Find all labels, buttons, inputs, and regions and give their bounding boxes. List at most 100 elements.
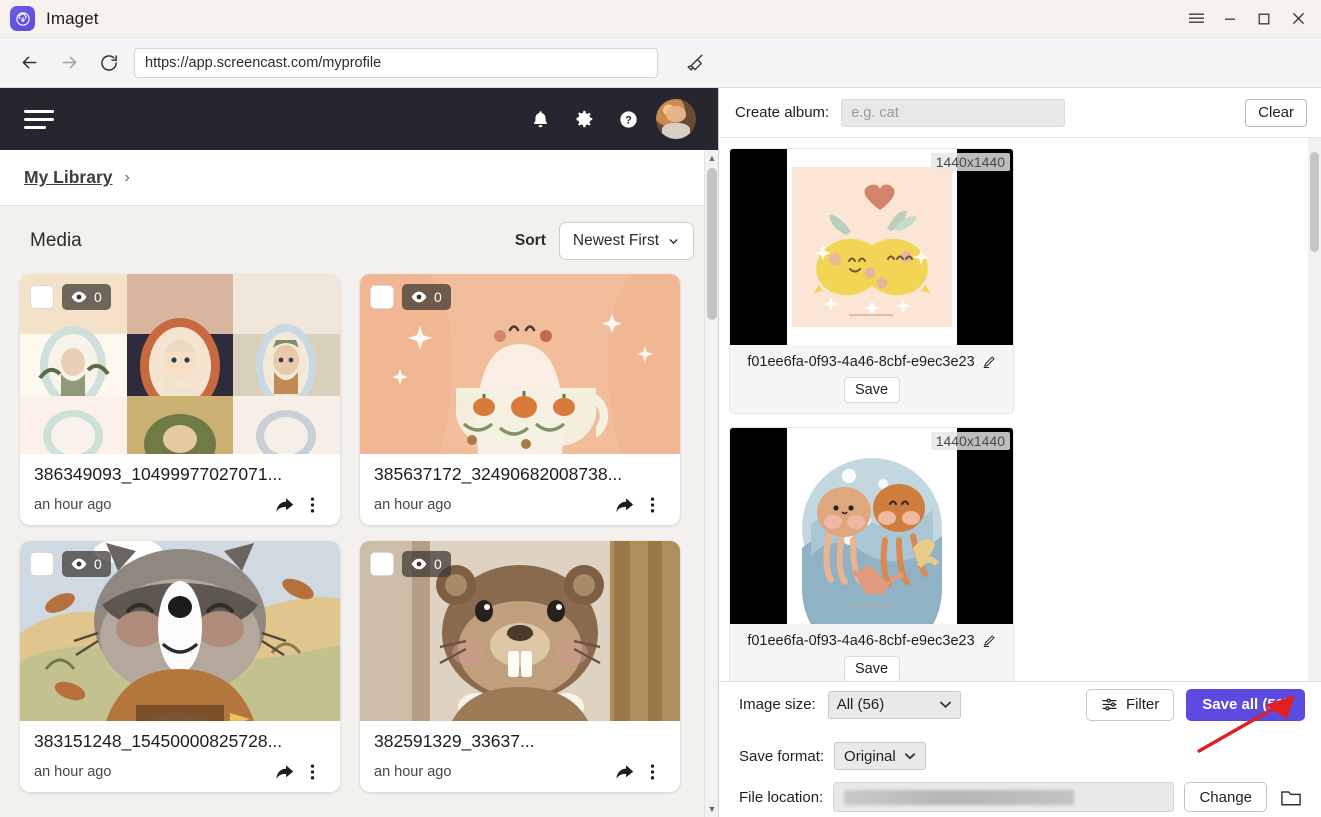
page-scrollbar[interactable]: ▲ ▼	[704, 150, 718, 817]
browser-toolbar: https://app.screencast.com/myprofile	[0, 38, 1321, 88]
folder-icon[interactable]	[1277, 783, 1305, 811]
eye-icon	[71, 558, 87, 570]
save-all-button[interactable]: Save all (56)	[1186, 688, 1305, 721]
create-album-input[interactable]: e.g. cat	[841, 98, 1065, 127]
result-filename: f01ee6fa-0f93-4a46-8cbf-e9ec3e23	[747, 354, 975, 370]
result-thumbnail[interactable]: 1440x1440	[730, 149, 1013, 345]
hamburger-menu-icon[interactable]	[1179, 4, 1213, 34]
media-card-meta: 382591329_33637... an hour ago	[360, 721, 680, 792]
image-size-bar: Image size: All (56) Filter Save all (56…	[719, 681, 1321, 727]
more-vertical-icon[interactable]	[638, 760, 666, 784]
clear-button[interactable]: Clear	[1245, 98, 1308, 127]
media-card-meta: 386349093_10499977027071... an hour ago	[20, 454, 340, 525]
create-album-placeholder: e.g. cat	[851, 104, 899, 121]
image-size-select[interactable]: All (56)	[827, 690, 961, 719]
close-icon[interactable]	[1281, 4, 1315, 34]
eye-icon	[411, 558, 427, 570]
arrow-left-icon[interactable]	[14, 48, 44, 78]
share-icon[interactable]	[610, 493, 638, 517]
media-card-title: 385637172_32490682008738...	[374, 464, 623, 484]
chevron-right-icon: ›	[124, 168, 130, 186]
redacted-path	[844, 790, 1075, 805]
select-checkbox[interactable]	[30, 552, 54, 576]
filter-button[interactable]: Filter	[1085, 688, 1175, 721]
share-icon[interactable]	[270, 493, 298, 517]
title-bar: Imaget	[0, 0, 1321, 38]
media-thumbnail[interactable]: 0	[20, 541, 340, 721]
scroll-down-arrow-icon[interactable]: ▼	[705, 801, 718, 817]
more-vertical-icon[interactable]	[298, 493, 326, 517]
results-area: 1440x1440 f01ee6fa-0f93-4a46-8cbf-e9ec3e…	[719, 138, 1321, 681]
svg-text:?: ?	[625, 114, 632, 126]
sort-select[interactable]: Newest First	[558, 222, 694, 260]
result-card[interactable]: 1440x1440 f01ee6fa-0f93-4a46-8cbf-e9ec3e…	[729, 148, 1014, 414]
image-size-label: Image size:	[739, 696, 816, 713]
views-count: 0	[94, 556, 102, 572]
scroll-up-arrow-icon[interactable]: ▲	[705, 150, 718, 166]
media-thumbnail[interactable]: 0	[360, 274, 680, 454]
save-format-select[interactable]: Original	[834, 742, 926, 770]
select-checkbox[interactable]	[30, 285, 54, 309]
select-checkbox[interactable]	[370, 552, 394, 576]
media-card[interactable]: 0 382591329_33637... an hour ago	[360, 541, 680, 792]
filter-label: Filter	[1125, 696, 1160, 713]
views-count: 0	[434, 556, 442, 572]
result-name-row: f01ee6fa-0f93-4a46-8cbf-e9ec3e23	[730, 624, 1013, 654]
select-checkbox[interactable]	[370, 285, 394, 309]
body-split: ? My Library › Media Sort Newest First 0…	[0, 88, 1321, 817]
save-format-row: Save format: Original	[719, 735, 1321, 777]
file-location-label: File location:	[739, 788, 824, 806]
bell-icon[interactable]	[518, 97, 562, 141]
save-button[interactable]: Save	[843, 377, 900, 403]
imaget-app-window: Imaget https://app.screencast.com/myprof…	[0, 0, 1321, 817]
change-location-button[interactable]: Change	[1184, 782, 1267, 812]
url-text: https://app.screencast.com/myprofile	[145, 54, 382, 71]
page-title: Media	[30, 230, 82, 251]
gear-icon[interactable]	[562, 97, 606, 141]
share-icon[interactable]	[270, 760, 298, 784]
media-thumbnail[interactable]: 0	[360, 541, 680, 721]
media-card-time: an hour ago	[374, 497, 452, 513]
views-count: 0	[94, 289, 102, 305]
embedded-web-page: ? My Library › Media Sort Newest First 0…	[0, 88, 719, 817]
media-thumbnail[interactable]: 0	[20, 274, 340, 454]
save-button[interactable]: Save	[843, 656, 900, 681]
views-badge: 0	[62, 551, 111, 577]
pencil-icon[interactable]	[982, 355, 996, 369]
more-vertical-icon[interactable]	[298, 760, 326, 784]
arrow-right-icon[interactable]	[54, 48, 84, 78]
reload-icon[interactable]	[94, 48, 124, 78]
pencil-icon[interactable]	[982, 634, 996, 648]
views-badge: 0	[62, 284, 111, 310]
scrollbar-thumb[interactable]	[707, 168, 717, 320]
breadcrumb-my-library[interactable]: My Library	[24, 167, 113, 188]
chevron-down-icon	[939, 700, 952, 709]
maximize-icon[interactable]	[1247, 4, 1281, 34]
more-vertical-icon[interactable]	[638, 493, 666, 517]
results-scrollbar-thumb[interactable]	[1310, 152, 1319, 252]
help-circle-icon[interactable]: ?	[606, 97, 650, 141]
result-name-row: f01ee6fa-0f93-4a46-8cbf-e9ec3e23	[730, 345, 1013, 375]
result-card[interactable]: 1440x1440 f01ee6fa-0f93-4a46-8cbf-e9ec3e…	[729, 427, 1014, 681]
media-card[interactable]: 0 386349093_10499977027071... an hour ag…	[20, 274, 340, 525]
site-menu-icon[interactable]	[24, 109, 54, 129]
sort-label: Sort	[514, 232, 546, 249]
user-avatar[interactable]	[656, 99, 696, 139]
media-card-title: 386349093_10499977027071...	[34, 464, 283, 484]
share-icon[interactable]	[610, 760, 638, 784]
media-card[interactable]: 0 383151248_15450000825728... an hour ag…	[20, 541, 340, 792]
dimensions-badge: 1440x1440	[930, 153, 1010, 171]
results-scrollbar[interactable]	[1308, 138, 1321, 681]
create-album-label: Create album:	[735, 104, 830, 121]
file-location-input[interactable]	[833, 782, 1175, 812]
broom-icon[interactable]	[678, 46, 712, 80]
imaget-panel: Create album: e.g. cat Clear 1440x1440 f…	[719, 88, 1321, 817]
result-thumbnail[interactable]: 1440x1440	[730, 428, 1013, 624]
result-filename: f01ee6fa-0f93-4a46-8cbf-e9ec3e23	[747, 633, 975, 649]
views-badge: 0	[402, 284, 451, 310]
minimize-icon[interactable]	[1213, 4, 1247, 34]
file-location-row: File location: Change	[719, 777, 1321, 817]
url-bar[interactable]: https://app.screencast.com/myprofile	[134, 47, 658, 78]
media-card[interactable]: 0 385637172_32490682008738... an hour ag…	[360, 274, 680, 525]
thumbnail-controls: 0	[370, 551, 451, 577]
